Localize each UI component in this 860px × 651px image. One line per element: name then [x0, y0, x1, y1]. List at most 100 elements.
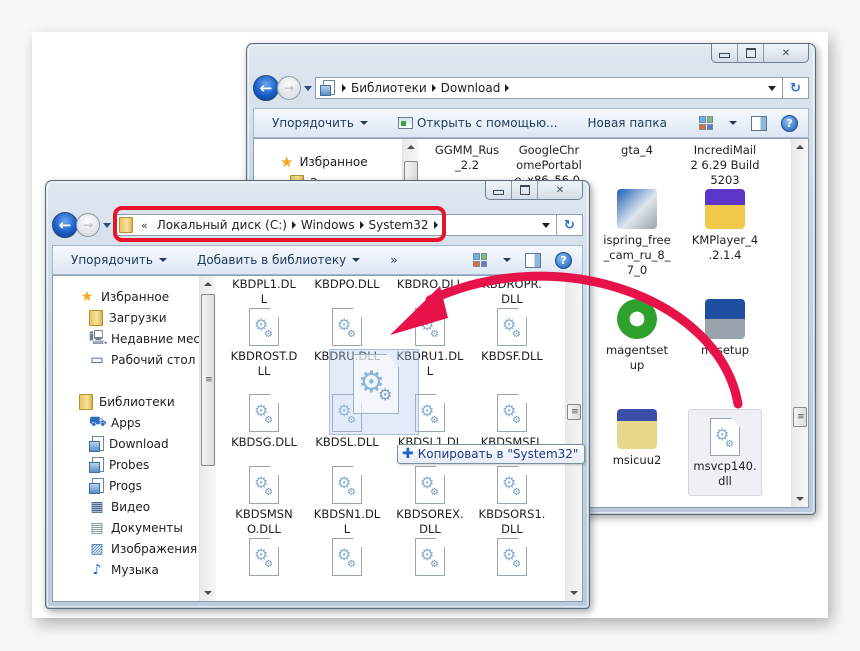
- nav-library-item[interactable]: ⛟ Apps: [53, 412, 198, 433]
- breadcrumb-separator-icon[interactable]: [359, 221, 364, 229]
- breadcrumb-system32[interactable]: System32: [369, 218, 429, 232]
- file-item[interactable]: GGMM_Rus _2.2: [427, 139, 507, 173]
- file-item[interactable]: [307, 538, 387, 579]
- close-button[interactable]: ✕: [538, 181, 582, 199]
- back-button[interactable]: ←: [52, 212, 78, 238]
- file-item[interactable]: KBDSOREX. DLL: [390, 466, 470, 537]
- scroll-thumb[interactable]: [201, 294, 215, 466]
- more-commands-button[interactable]: »: [390, 253, 397, 267]
- breadcrumb-separator-icon[interactable]: [431, 84, 436, 92]
- file-item[interactable]: KBDROPR. DLL: [472, 276, 552, 307]
- back-button[interactable]: ←: [253, 75, 279, 101]
- address-dropdown-icon[interactable]: [768, 86, 776, 91]
- minimize-button[interactable]: [712, 44, 738, 62]
- file-item[interactable]: KBDPL1.DL L: [224, 276, 304, 307]
- breadcrumb-separator-icon[interactable]: [291, 221, 296, 229]
- scroll-down-icon[interactable]: [204, 591, 212, 595]
- file-item[interactable]: IncrediMail 2 6.29 Build 5203: [685, 139, 765, 188]
- nav-library-item[interactable]: Progs: [53, 475, 198, 496]
- preview-pane-icon[interactable]: [525, 252, 541, 268]
- file-item[interactable]: mrsetup: [685, 299, 765, 358]
- refresh-button[interactable]: ↻: [557, 214, 583, 236]
- file-item[interactable]: KBDPO.DLL: [307, 276, 387, 292]
- nav-favorites[interactable]: ★ Избранное: [53, 286, 198, 307]
- file-item[interactable]: KMPlayer_4 .2.1.4: [685, 189, 765, 263]
- nav-library-item[interactable]: ▨ Изображения: [53, 538, 198, 559]
- help-icon[interactable]: ?: [555, 251, 572, 269]
- address-bar[interactable]: Библиотеки Download: [315, 77, 783, 99]
- open-with-button[interactable]: Открыть с помощью...: [397, 116, 558, 130]
- preview-pane-icon[interactable]: [751, 115, 767, 131]
- add-to-library-menu[interactable]: Добавить в библиотеку: [197, 253, 361, 267]
- file-item[interactable]: gta_4: [597, 139, 677, 158]
- file-item[interactable]: KBDRO.DLL: [390, 276, 470, 292]
- file-item[interactable]: magentset up: [597, 299, 677, 373]
- nav-library-item[interactable]: Download: [53, 433, 198, 454]
- nav-favorites[interactable]: ★ Избранное: [254, 151, 401, 172]
- view-options-dropdown[interactable]: [729, 121, 737, 125]
- maximize-button[interactable]: [738, 44, 764, 62]
- forward-button[interactable]: →: [277, 76, 301, 100]
- nav-libraries[interactable]: Библиотеки: [53, 391, 198, 412]
- minimize-button[interactable]: [486, 181, 512, 199]
- nav-library-item[interactable]: Probes: [53, 454, 198, 475]
- view-options-dropdown[interactable]: [503, 258, 511, 262]
- file-item[interactable]: msvcp140. dll: [688, 409, 762, 496]
- breadcrumb-windows[interactable]: Windows: [301, 218, 355, 232]
- recent-pages-dropdown[interactable]: [103, 222, 111, 228]
- organize-menu[interactable]: Упорядочить: [272, 116, 368, 130]
- organize-menu[interactable]: Упорядочить: [71, 253, 167, 267]
- files-scrollbar[interactable]: [791, 139, 808, 507]
- scroll-up-icon[interactable]: [407, 145, 415, 149]
- scroll-up-icon[interactable]: [204, 282, 212, 286]
- breadcrumb-separator-icon[interactable]: [342, 84, 346, 92]
- nav-scrollbar[interactable]: [199, 276, 216, 601]
- files-scrollbar[interactable]: [565, 276, 582, 601]
- file-item[interactable]: KBDROST.D LL: [224, 308, 304, 379]
- breadcrumb-local-disk[interactable]: Локальный диск (C:): [157, 218, 287, 232]
- scroll-thumb[interactable]: [567, 404, 581, 420]
- new-folder-button[interactable]: Новая папка: [588, 116, 667, 130]
- caption-buttons: ✕: [485, 181, 583, 200]
- change-view-icon[interactable]: [473, 253, 487, 267]
- file-item[interactable]: KBDSMSN O.DLL: [224, 466, 304, 537]
- nav-favorite-item[interactable]: ▭ Рабочий стол: [53, 349, 198, 370]
- file-item[interactable]: msicuu2: [597, 409, 677, 468]
- file-item[interactable]: KBDSORS1. DLL: [472, 466, 552, 537]
- nav-favorite-item[interactable]: 🖳 Недавние места: [53, 328, 214, 349]
- maximize-button[interactable]: [512, 181, 538, 199]
- breadcrumb-separator-icon[interactable]: [505, 84, 510, 92]
- breadcrumb-separator-icon[interactable]: [433, 221, 438, 229]
- file-item[interactable]: KBDSG.DLL: [224, 394, 304, 450]
- scroll-down-icon[interactable]: [570, 591, 578, 595]
- nav-library-item[interactable]: ▤ Документы: [53, 517, 198, 538]
- nav-favorite-item[interactable]: Загрузки: [53, 307, 198, 328]
- file-item[interactable]: KBDSF.DLL: [472, 308, 552, 364]
- caption-buttons: ✕: [711, 44, 809, 63]
- breadcrumb-download[interactable]: Download: [441, 81, 501, 95]
- file-item[interactable]: KBDSN1.DL L: [307, 466, 387, 537]
- nav-library-item[interactable]: ♪ Музыка: [53, 559, 198, 580]
- scroll-thumb[interactable]: [793, 407, 807, 427]
- file-item[interactable]: ispring_free _cam_ru_8_ 7_0: [597, 189, 677, 278]
- nav-library-item-label: Progs: [109, 478, 142, 493]
- change-view-icon[interactable]: [699, 116, 713, 130]
- scroll-down-icon[interactable]: [796, 497, 804, 501]
- breadcrumb-libraries[interactable]: Библиотеки: [351, 81, 427, 95]
- caret-down-icon: [158, 258, 167, 262]
- close-button[interactable]: ✕: [764, 44, 808, 62]
- forward-button[interactable]: →: [76, 213, 100, 237]
- address-bar[interactable]: « Локальный диск (C:) Windows System32: [114, 214, 557, 236]
- refresh-button[interactable]: ↻: [783, 77, 809, 99]
- help-icon[interactable]: ?: [781, 114, 798, 132]
- recent-pages-dropdown[interactable]: [304, 85, 312, 91]
- address-dropdown-icon[interactable]: [542, 223, 550, 228]
- breadcrumb-overflow-button[interactable]: «: [141, 219, 148, 232]
- navigation-bar: ← → « Локальный диск (C:) Windows System…: [52, 211, 583, 239]
- file-item[interactable]: [472, 538, 552, 579]
- star-icon: ★: [280, 152, 294, 171]
- scroll-up-icon[interactable]: [796, 145, 804, 149]
- file-item[interactable]: [224, 538, 304, 579]
- file-item[interactable]: [390, 538, 470, 579]
- nav-library-item[interactable]: ▦ Видео: [53, 496, 198, 517]
